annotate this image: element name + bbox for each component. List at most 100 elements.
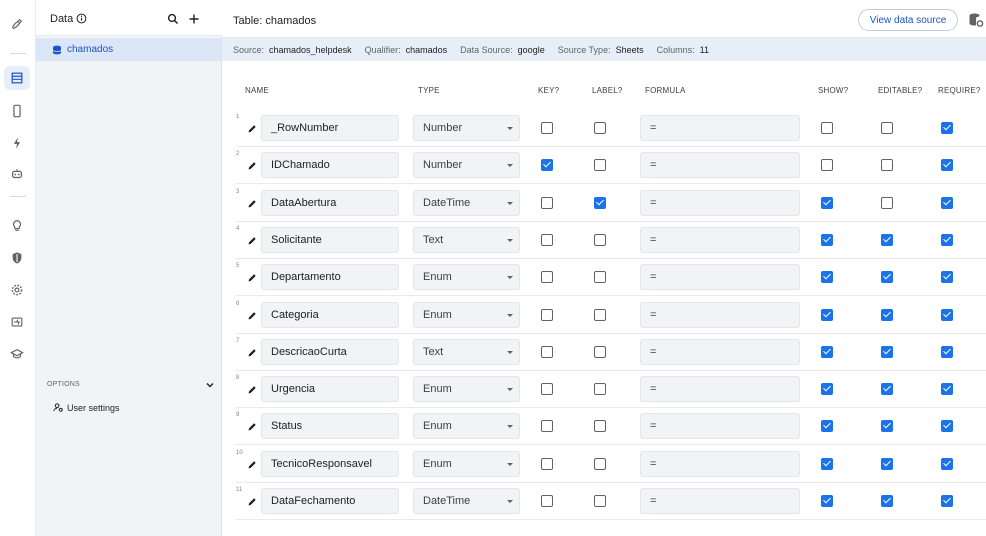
column-formula-field[interactable]: = [640,152,800,179]
editable-checkbox[interactable] [881,196,893,209]
column-formula-field[interactable]: = [640,488,800,514]
key-checkbox[interactable] [541,457,553,470]
pencil-icon[interactable] [247,460,257,470]
editable-checkbox[interactable] [881,159,893,172]
ui-design-icon[interactable] [4,12,30,36]
info-icon[interactable] [76,13,87,24]
column-type-select[interactable]: Enum [413,264,520,291]
label-checkbox[interactable] [594,457,606,470]
show-checkbox[interactable] [821,420,833,433]
column-type-select[interactable]: Enum [413,450,520,477]
editable-checkbox[interactable] [881,271,893,284]
column-name-field[interactable]: DataAbertura [261,189,399,216]
behavior-icon[interactable] [4,162,30,186]
editable-checkbox[interactable] [881,345,893,358]
label-checkbox[interactable] [594,383,606,396]
manage-icon[interactable] [4,310,30,334]
key-checkbox[interactable] [541,308,553,321]
search-icon[interactable] [167,13,179,25]
key-checkbox[interactable] [541,495,553,507]
column-type-select[interactable]: Enum [413,301,520,328]
label-checkbox[interactable] [594,345,606,358]
data-icon[interactable] [4,66,30,90]
show-checkbox[interactable] [821,308,833,321]
key-checkbox[interactable] [541,159,553,172]
show-checkbox[interactable] [821,457,833,470]
label-checkbox[interactable] [594,196,606,209]
column-name-field[interactable]: Solicitante [261,226,399,253]
pencil-icon[interactable] [247,273,257,283]
show-checkbox[interactable] [821,122,833,134]
key-checkbox[interactable] [541,345,553,358]
column-name-field[interactable]: DescricaoCurta [261,338,399,365]
settings-icon[interactable] [4,278,30,302]
show-checkbox[interactable] [821,233,833,246]
label-checkbox[interactable] [594,271,606,284]
column-formula-field[interactable]: = [640,226,800,253]
require-checkbox[interactable] [941,457,953,470]
column-name-field[interactable]: _RowNumber [261,115,399,141]
require-checkbox[interactable] [941,122,953,134]
column-type-select[interactable]: DateTime [413,488,520,514]
sidebar-item-chamados[interactable]: chamados [36,38,221,61]
key-checkbox[interactable] [541,233,553,246]
pencil-icon[interactable] [247,124,257,134]
column-name-field[interactable]: Urgencia [261,376,399,403]
database-settings-icon[interactable] [968,12,984,28]
intelligence-icon[interactable] [4,214,30,238]
column-formula-field[interactable]: = [640,264,800,291]
editable-checkbox[interactable] [881,233,893,246]
label-checkbox[interactable] [594,159,606,172]
column-formula-field[interactable]: = [640,115,800,141]
column-name-field[interactable]: Status [261,413,399,440]
column-type-select[interactable]: DateTime [413,189,520,216]
pencil-icon[interactable] [247,199,257,209]
show-checkbox[interactable] [821,159,833,172]
column-formula-field[interactable]: = [640,189,800,216]
add-icon[interactable] [188,13,200,25]
user-settings-item[interactable]: User settings [53,402,120,413]
column-formula-field[interactable]: = [640,338,800,365]
editable-checkbox[interactable] [881,308,893,321]
key-checkbox[interactable] [541,383,553,396]
column-name-field[interactable]: Departamento [261,264,399,291]
require-checkbox[interactable] [941,420,953,433]
automation-icon[interactable] [4,131,30,155]
label-checkbox[interactable] [594,420,606,433]
column-name-field[interactable]: DataFechamento [261,488,399,514]
show-checkbox[interactable] [821,345,833,358]
pencil-icon[interactable] [247,161,257,171]
pencil-icon[interactable] [247,236,257,246]
require-checkbox[interactable] [941,196,953,209]
column-type-select[interactable]: Text [413,338,520,365]
pencil-icon[interactable] [247,422,257,432]
learn-icon[interactable] [4,342,30,366]
show-checkbox[interactable] [821,196,833,209]
require-checkbox[interactable] [941,159,953,172]
column-formula-field[interactable]: = [640,301,800,328]
editable-checkbox[interactable] [881,420,893,433]
key-checkbox[interactable] [541,196,553,209]
require-checkbox[interactable] [941,495,953,507]
column-formula-field[interactable]: = [640,376,800,403]
label-checkbox[interactable] [594,495,606,507]
key-checkbox[interactable] [541,420,553,433]
view-data-source-button[interactable]: View data source [858,9,958,31]
column-type-select[interactable]: Enum [413,376,520,403]
editable-checkbox[interactable] [881,122,893,134]
chevron-down-icon[interactable] [205,380,215,390]
column-name-field[interactable]: TecnicoResponsavel [261,450,399,477]
label-checkbox[interactable] [594,233,606,246]
column-name-field[interactable]: Categoria [261,301,399,328]
pencil-icon[interactable] [247,311,257,321]
label-checkbox[interactable] [594,308,606,321]
column-type-select[interactable]: Number [413,115,520,141]
show-checkbox[interactable] [821,495,833,507]
column-name-field[interactable]: IDChamado [261,152,399,179]
label-checkbox[interactable] [594,122,606,134]
show-checkbox[interactable] [821,383,833,396]
column-type-select[interactable]: Enum [413,413,520,440]
security-icon[interactable] [4,246,30,270]
column-formula-field[interactable]: = [640,450,800,477]
mobile-icon[interactable] [4,99,30,123]
